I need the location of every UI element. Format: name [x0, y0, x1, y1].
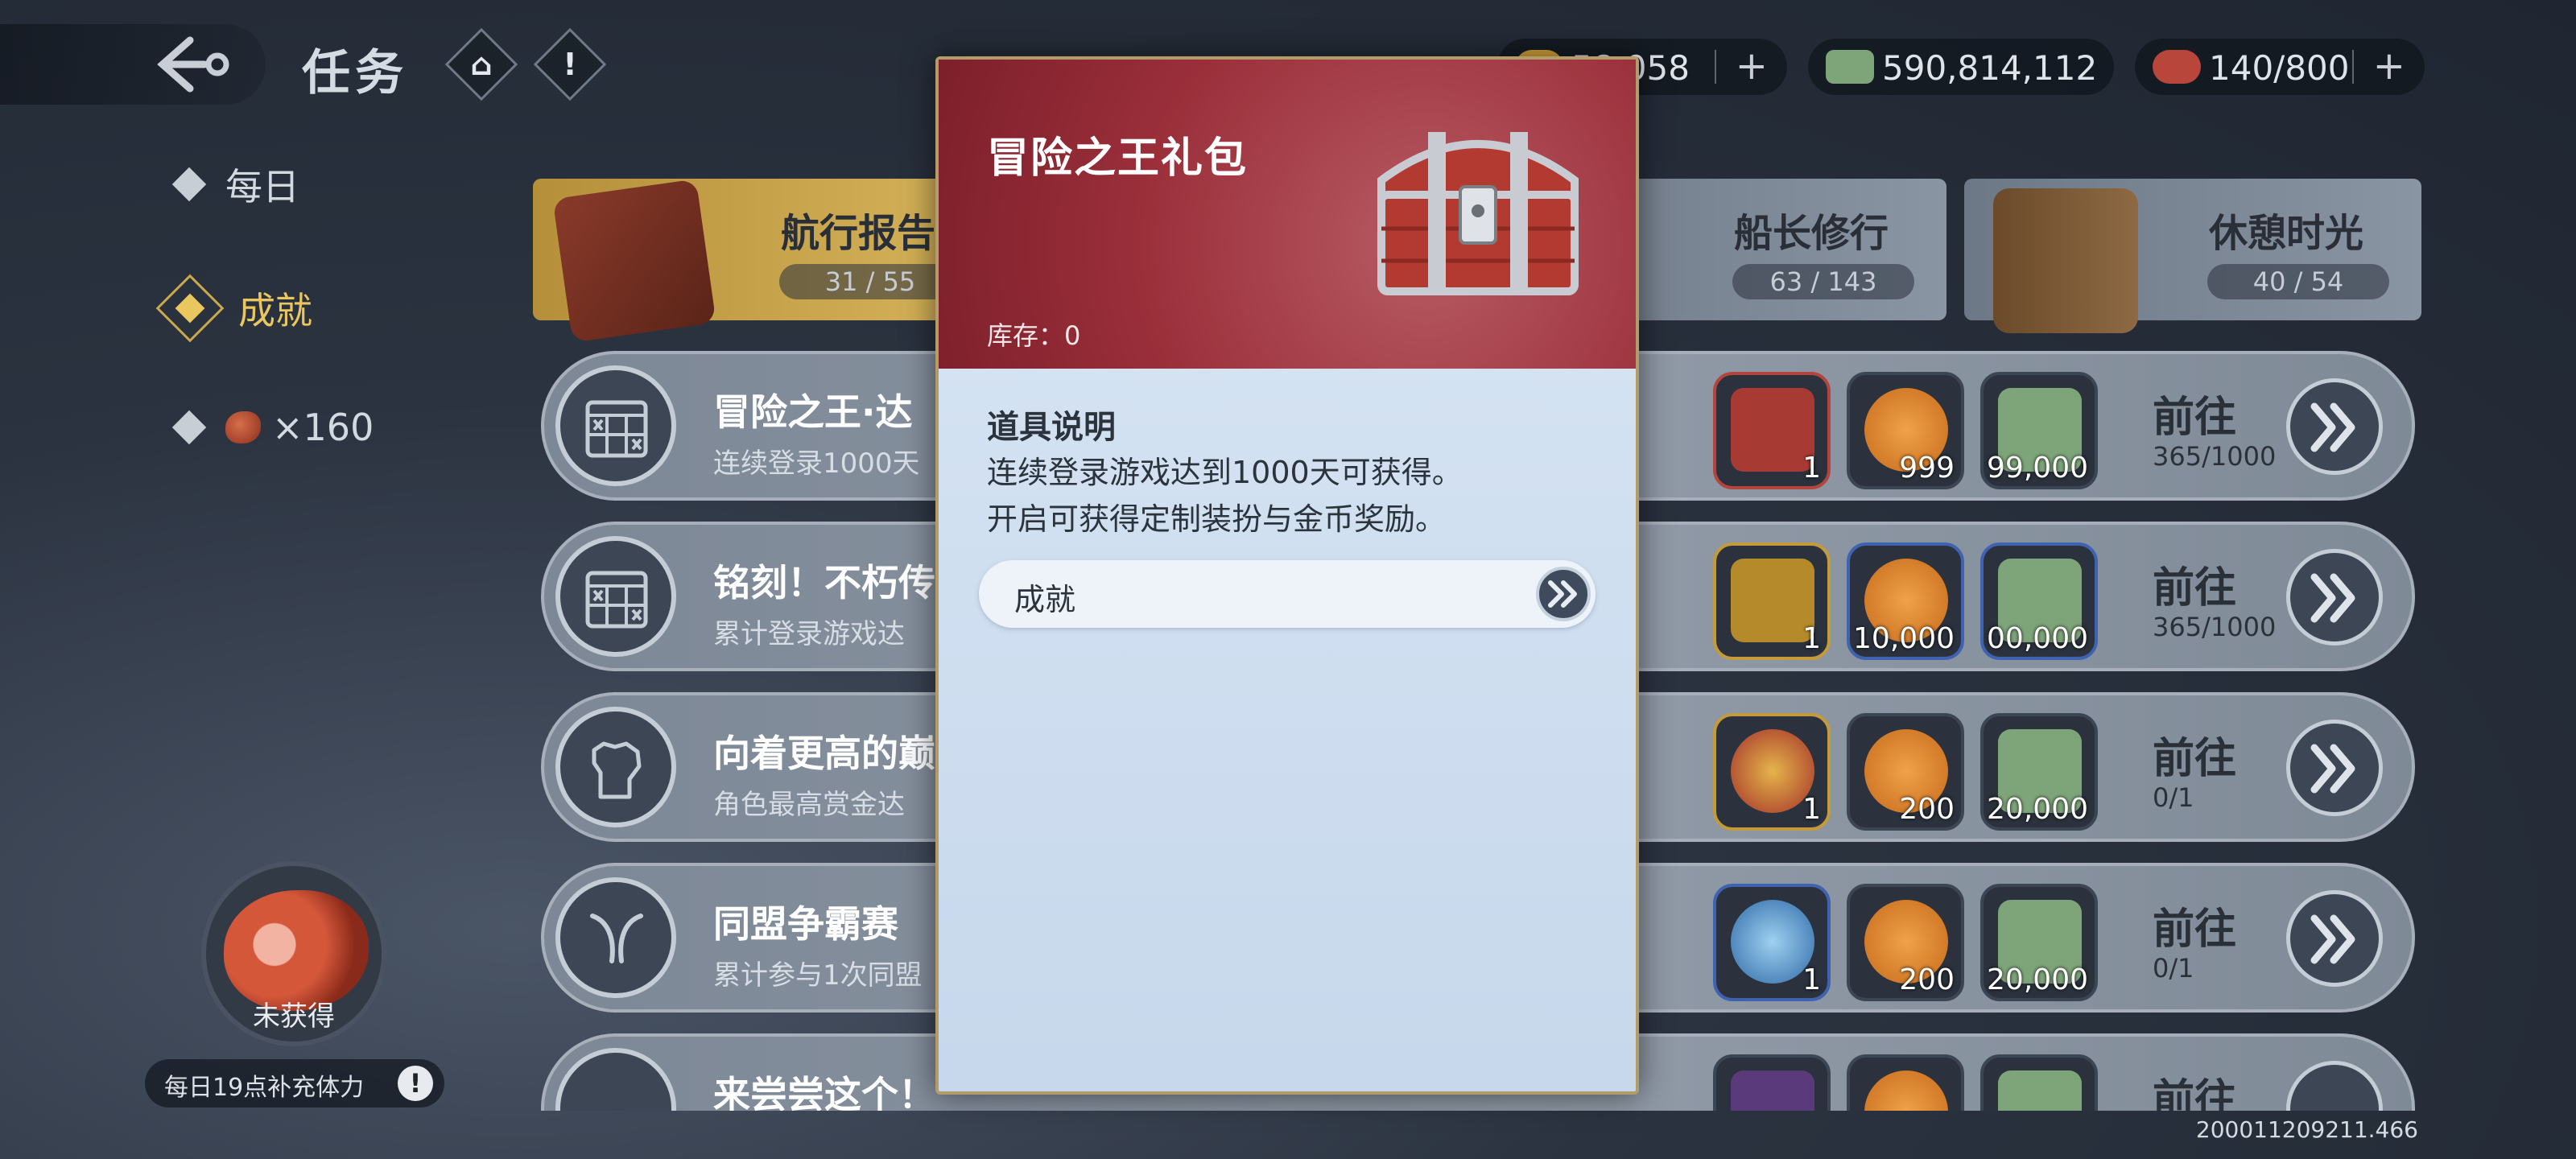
- meat-icon: [2153, 50, 2201, 84]
- reward-item[interactable]: 20,000: [1980, 713, 2098, 831]
- goto-button[interactable]: [2286, 549, 2383, 645]
- sidebar-item-daily[interactable]: 每日: [171, 158, 299, 211]
- item-detail-modal: 冒险之王礼包 库存：0 道具说明 连续登录游戏达到1000天可获得。 开启可获得…: [935, 56, 1639, 1095]
- item-stock: 库存：0: [987, 320, 1081, 351]
- goto-button[interactable]: [2286, 1061, 2383, 1111]
- meat-icon: [225, 411, 261, 443]
- gold-plus-button[interactable]: +: [1736, 43, 1768, 89]
- home-icon: ⌂: [470, 47, 493, 82]
- reward-item[interactable]: 200: [1847, 884, 1964, 1001]
- double-chevron-right-icon: [2310, 914, 2355, 964]
- treasure-chest-icon: [1377, 132, 1579, 295]
- goto-button[interactable]: [2286, 378, 2383, 475]
- double-chevron-right-icon: [1536, 567, 1591, 621]
- description-heading: 道具说明: [987, 409, 1116, 446]
- reward-item[interactable]: 1: [1713, 542, 1831, 660]
- coin-icon: [1864, 1070, 1948, 1111]
- reward-item[interactable]: [1713, 1054, 1831, 1111]
- stamina-plus-button[interactable]: +: [2373, 43, 2405, 89]
- modal-header: 冒险之王礼包 库存：0: [939, 60, 1636, 369]
- reward-item[interactable]: 20,000: [1980, 884, 2098, 1001]
- stamina-refill-note: 每日19点补充体力 !: [145, 1059, 444, 1107]
- cash-icon: [1998, 1070, 2082, 1111]
- goto-button[interactable]: [2286, 720, 2383, 816]
- reward-item[interactable]: 10,000: [1847, 542, 1964, 660]
- mug-icon: [1993, 188, 2138, 333]
- source-achievements-button[interactable]: 成就: [979, 560, 1596, 628]
- info-button[interactable]: !: [533, 27, 607, 101]
- cash-icon: [1826, 50, 1874, 84]
- book-icon: [552, 179, 716, 343]
- reward-item[interactable]: 1: [1713, 372, 1831, 489]
- stamina-resource: 140/800 +: [2135, 39, 2425, 95]
- sidebar-item-achievements[interactable]: 成就: [155, 274, 312, 343]
- fist-icon: [555, 707, 676, 827]
- double-chevron-right-icon: [2310, 402, 2355, 452]
- reward-item[interactable]: 99,000: [1980, 372, 2098, 489]
- reward-item[interactable]: 00,000: [1980, 542, 2098, 660]
- exclamation-icon: !: [563, 47, 577, 82]
- build-id: 200011209211.466: [2195, 1116, 2418, 1143]
- sidebar-item-stamina[interactable]: ×160: [171, 406, 374, 449]
- diamond-bullet-icon: [171, 167, 207, 202]
- page-title: 任务: [302, 45, 408, 101]
- reward-item[interactable]: [1980, 1054, 2098, 1111]
- box-icon: [1731, 1070, 1814, 1111]
- reward-item[interactable]: 1: [1713, 884, 1831, 1001]
- back-arrow-icon: [157, 36, 229, 93]
- home-button[interactable]: ⌂: [444, 27, 518, 101]
- reward-item[interactable]: 999: [1847, 372, 1964, 489]
- reward-item[interactable]: 1: [1713, 713, 1831, 831]
- back-button[interactable]: [0, 24, 266, 105]
- item-description: 连续登录游戏达到1000天可获得。 开启可获得定制装扮与金币奖励。: [987, 455, 1463, 537]
- reward-item[interactable]: 200: [1847, 713, 1964, 831]
- double-chevron-right-icon: [2310, 744, 2355, 794]
- fish-icon: [555, 1048, 676, 1111]
- diamond-bullet-icon: [171, 410, 207, 445]
- double-chevron-right-icon: [2310, 573, 2355, 623]
- info-icon[interactable]: !: [398, 1066, 433, 1101]
- goto-button[interactable]: [2286, 890, 2383, 987]
- item-name: 冒险之王礼包: [987, 134, 1249, 183]
- meat-icon: [224, 890, 369, 1011]
- cash-resource: 590,814,112: [1808, 39, 2114, 95]
- stamina-reward-widget[interactable]: 未获得: [201, 861, 386, 1046]
- calendar-icon: [555, 365, 676, 486]
- reward-item[interactable]: [1847, 1054, 1964, 1111]
- category-voyage-report[interactable]: 航行报告 31 / 55: [533, 179, 993, 343]
- category-rest-time[interactable]: 休憩时光 40 / 54: [1964, 179, 2421, 333]
- horn-icon: [555, 877, 676, 998]
- calendar-icon: [555, 536, 676, 657]
